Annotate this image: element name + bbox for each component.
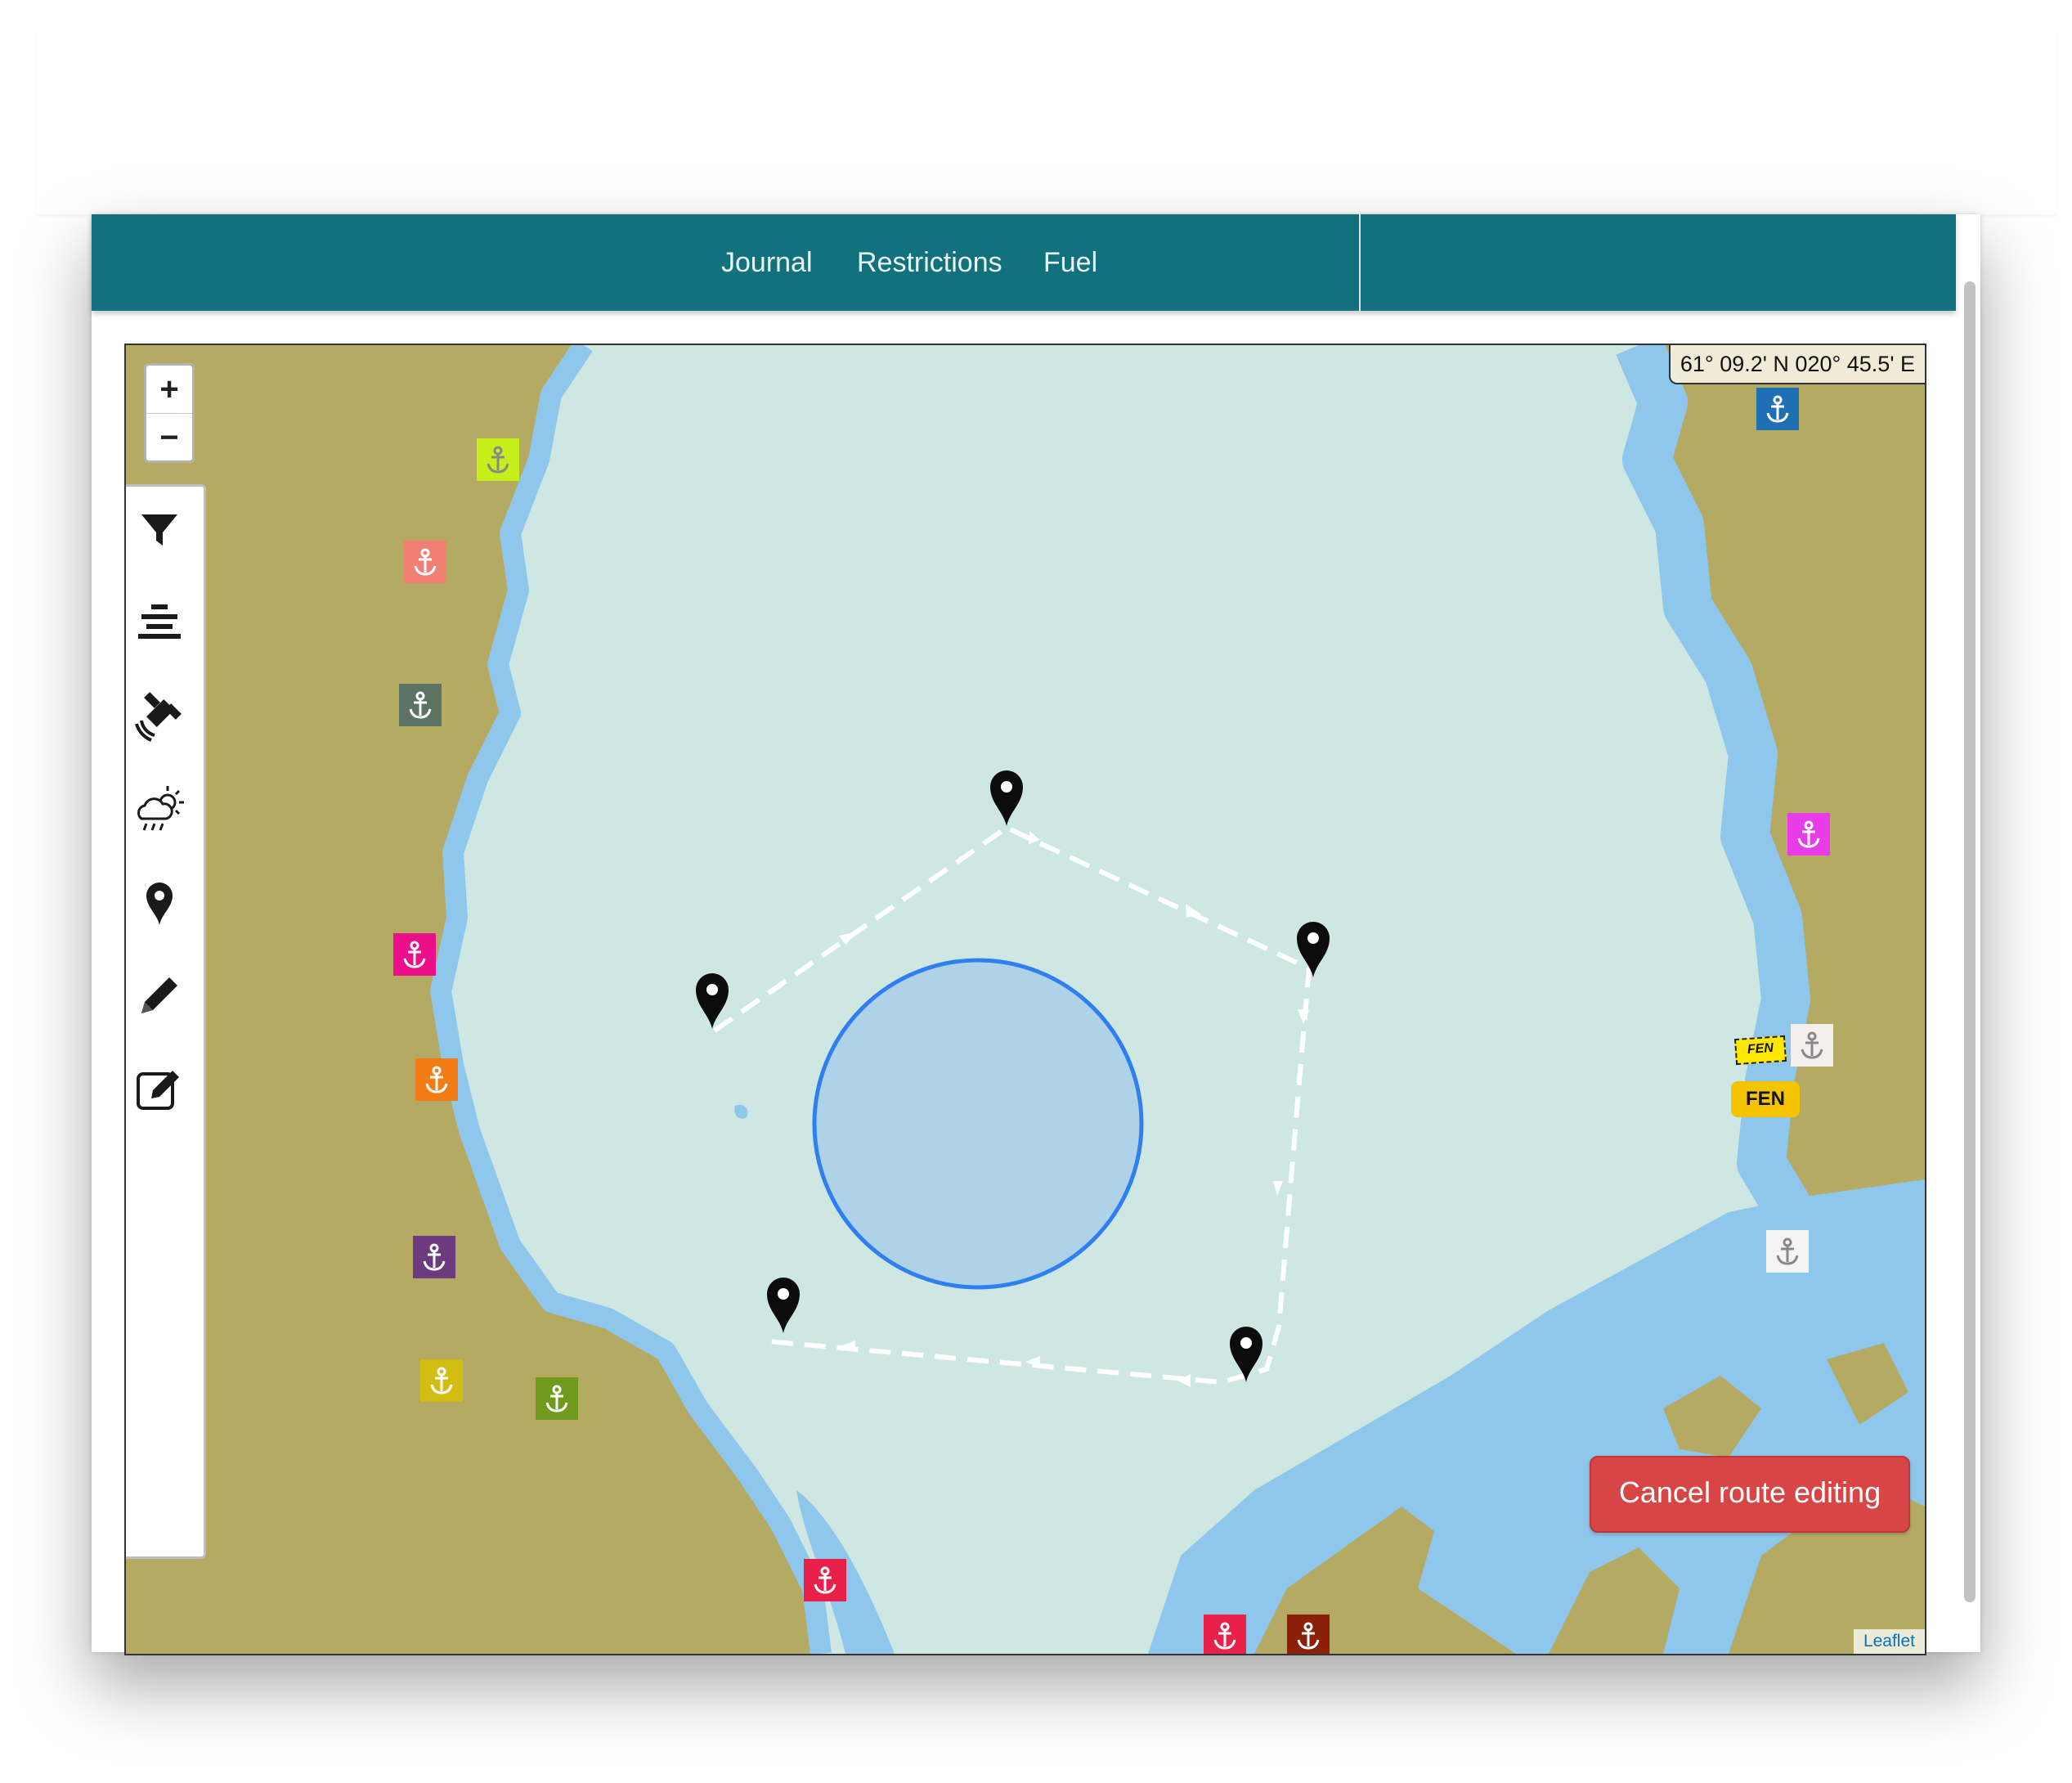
zoom-control: + − xyxy=(144,363,195,463)
harbour-anchor-icon[interactable] xyxy=(1756,388,1799,430)
harbour-anchor-icon[interactable] xyxy=(1287,1615,1330,1654)
top-header-bar xyxy=(37,31,2056,214)
app-window: Journal Restrictions Fuel + − 61° 09.2' … xyxy=(92,214,1980,1655)
harbour-anchor-icon[interactable] xyxy=(413,1236,455,1278)
harbour-anchor-icon[interactable] xyxy=(393,933,436,976)
coordinate-readout: 61° 09.2' N 020° 45.5' E xyxy=(1668,345,1925,384)
harbour-anchor-icon[interactable] xyxy=(415,1058,458,1101)
harbour-anchor-icon[interactable] xyxy=(1791,1024,1833,1067)
map-view[interactable]: + − 61° 09.2' N 020° 45.5' E FEN FEN Can… xyxy=(124,344,1926,1655)
fen-badge[interactable]: FEN xyxy=(1731,1081,1800,1117)
zoom-in-button[interactable]: + xyxy=(146,366,192,414)
cancel-route-editing-button[interactable]: Cancel route editing xyxy=(1590,1456,1910,1533)
pencil-icon[interactable] xyxy=(130,966,189,1025)
harbour-anchor-icon[interactable] xyxy=(1766,1230,1809,1273)
harbour-anchor-icon[interactable] xyxy=(399,684,442,726)
filter-icon[interactable] xyxy=(130,500,189,559)
harbour-anchor-icon[interactable] xyxy=(477,438,519,481)
nav-restrictions[interactable]: Restrictions xyxy=(857,247,1002,279)
fen-tag-marker[interactable]: FEN xyxy=(1733,1035,1787,1066)
nav-fuel[interactable]: Fuel xyxy=(1043,247,1097,279)
layers-icon[interactable] xyxy=(130,593,189,652)
zoom-out-button[interactable]: − xyxy=(146,414,192,461)
nav-journal[interactable]: Journal xyxy=(721,247,813,279)
edit-square-icon[interactable] xyxy=(130,1059,189,1118)
harbour-anchor-icon[interactable] xyxy=(404,541,446,583)
harbour-anchor-icon[interactable] xyxy=(1787,813,1830,856)
satellite-icon[interactable] xyxy=(130,686,189,745)
map-attribution[interactable]: Leaflet xyxy=(1853,1629,1925,1654)
weather-icon[interactable] xyxy=(130,779,189,838)
navbar: Journal Restrictions Fuel xyxy=(92,214,1956,311)
harbour-anchor-icon[interactable] xyxy=(804,1559,846,1601)
scrollbar[interactable] xyxy=(1964,281,1976,1602)
harbour-anchor-icon[interactable] xyxy=(420,1359,463,1402)
nav-divider xyxy=(1359,214,1361,311)
harbour-anchor-icon[interactable] xyxy=(1204,1615,1246,1654)
harbour-anchor-icon[interactable] xyxy=(536,1377,578,1420)
map-toolbar xyxy=(126,484,206,1559)
map-pin-icon[interactable] xyxy=(130,873,189,932)
